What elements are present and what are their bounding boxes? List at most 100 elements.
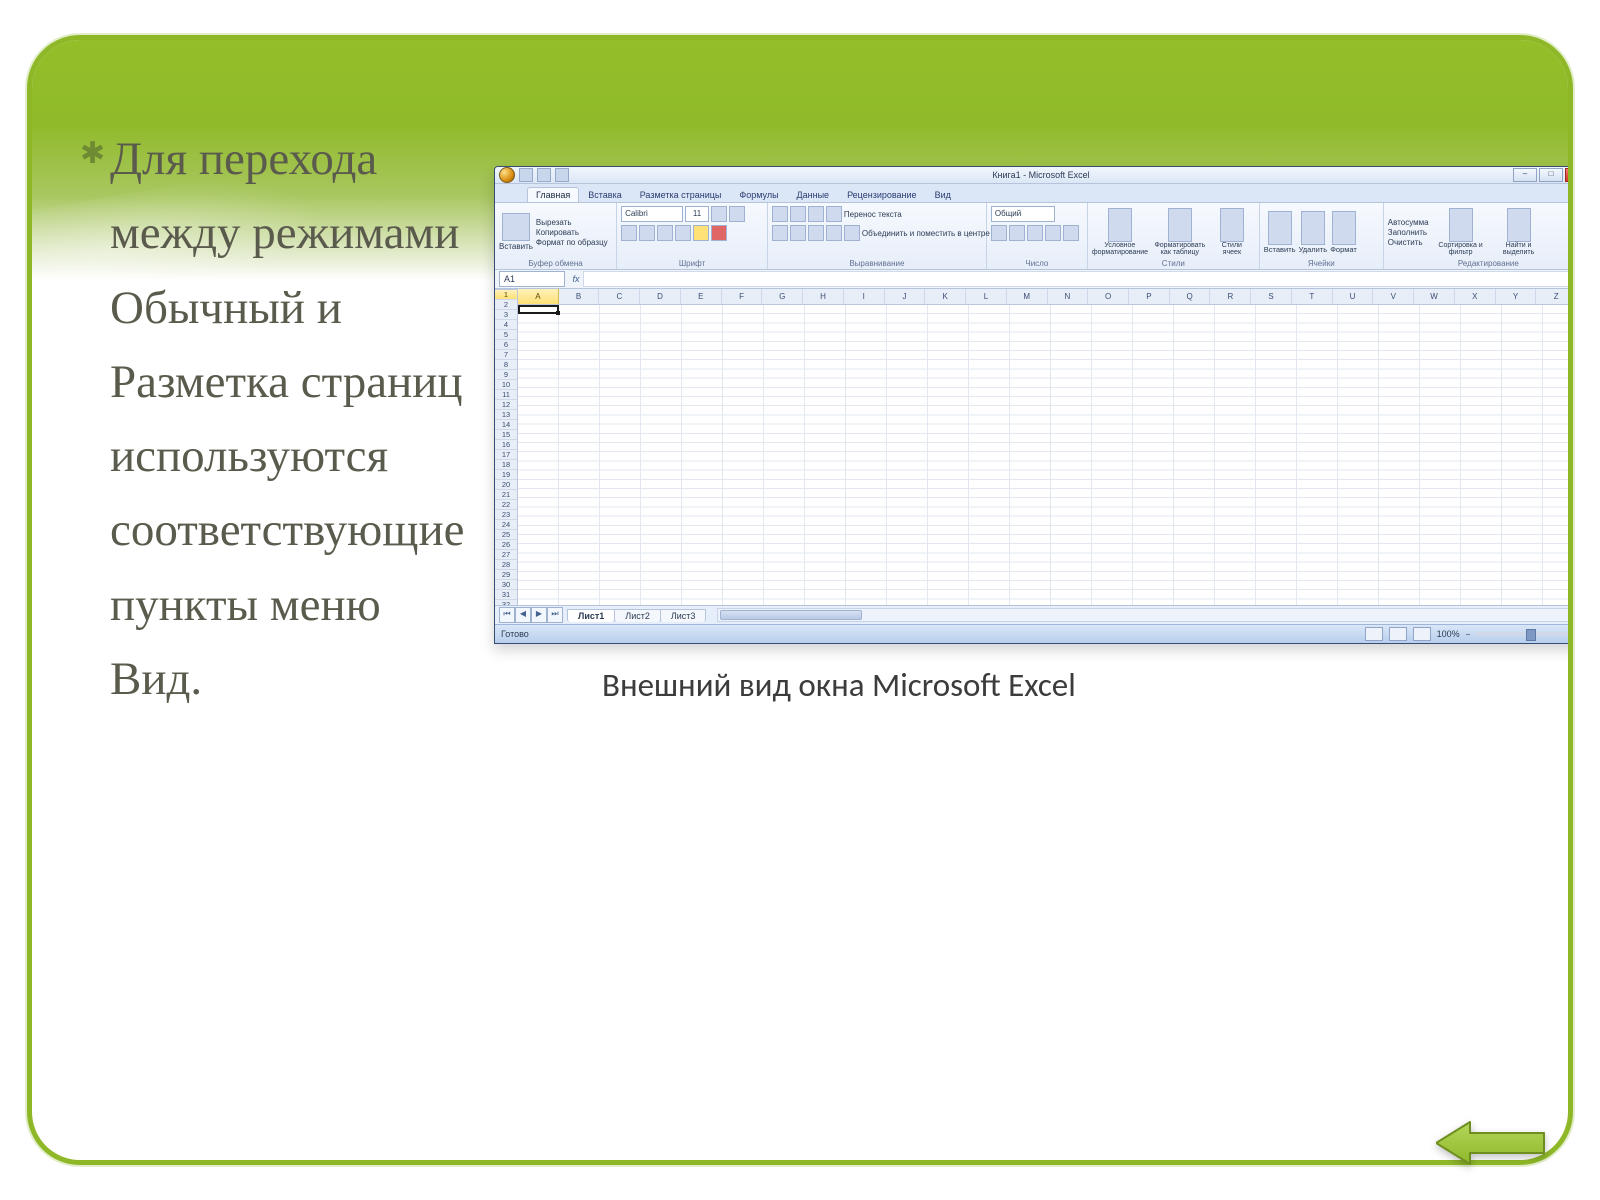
column-header[interactable]: H	[803, 289, 844, 304]
row-header[interactable]: 8	[495, 360, 517, 370]
row-header[interactable]: 1	[495, 290, 517, 300]
column-header[interactable]: C	[599, 289, 640, 304]
row-header[interactable]: 18	[495, 460, 517, 470]
wrap-text-label[interactable]: Перенос текста	[844, 210, 902, 219]
redo-icon[interactable]	[555, 168, 569, 182]
sheet-nav-last-icon[interactable]: ⏭	[547, 607, 563, 623]
column-header[interactable]: Z	[1536, 289, 1568, 304]
cells-grid[interactable]	[518, 305, 1568, 605]
column-header[interactable]: O	[1088, 289, 1129, 304]
row-header[interactable]: 6	[495, 340, 517, 350]
copy-label[interactable]: Копировать	[536, 228, 608, 237]
sheet-tab[interactable]: Лист3	[660, 609, 707, 622]
back-arrow-button[interactable]	[1436, 1118, 1546, 1168]
ribbon-tab-2[interactable]: Разметка страницы	[631, 187, 731, 202]
horizontal-scroll-thumb[interactable]	[720, 610, 862, 620]
row-header[interactable]: 21	[495, 490, 517, 500]
merge-center-label[interactable]: Объединить и поместить в центре	[862, 229, 990, 238]
zoom-out-icon[interactable]: −	[1466, 630, 1471, 639]
percent-icon[interactable]	[1009, 225, 1025, 241]
borders-icon[interactable]	[675, 225, 691, 241]
number-format-combo[interactable]: Общий	[991, 206, 1055, 222]
column-header[interactable]: A	[518, 289, 559, 304]
column-header[interactable]: X	[1455, 289, 1496, 304]
sheet-nav-first-icon[interactable]: ⏮	[499, 607, 515, 623]
row-header[interactable]: 19	[495, 470, 517, 480]
view-page-layout-icon[interactable]	[1389, 627, 1407, 641]
ribbon-tab-3[interactable]: Формулы	[730, 187, 787, 202]
font-name-combo[interactable]: Calibri	[621, 206, 683, 222]
column-header[interactable]: D	[640, 289, 681, 304]
row-header[interactable]: 31	[495, 590, 517, 600]
font-size-combo[interactable]: 11	[685, 206, 709, 222]
fill-label[interactable]: Заполнить	[1388, 228, 1429, 237]
column-header[interactable]: I	[844, 289, 885, 304]
ribbon-tab-6[interactable]: Вид	[926, 187, 960, 202]
row-header[interactable]: 25	[495, 530, 517, 540]
align-left-icon[interactable]	[772, 225, 788, 241]
row-header[interactable]: 12	[495, 400, 517, 410]
row-header[interactable]: 2	[495, 300, 517, 310]
column-header[interactable]: G	[762, 289, 803, 304]
decrease-decimal-icon[interactable]	[1063, 225, 1079, 241]
column-header[interactable]: L	[966, 289, 1007, 304]
clear-label[interactable]: Очистить	[1388, 238, 1429, 247]
currency-icon[interactable]	[991, 225, 1007, 241]
view-normal-icon[interactable]	[1365, 627, 1383, 641]
column-header[interactable]: J	[885, 289, 926, 304]
row-header[interactable]: 15	[495, 430, 517, 440]
ribbon-tab-1[interactable]: Вставка	[579, 187, 630, 202]
sheet-tab[interactable]: Лист1	[567, 609, 615, 622]
row-header[interactable]: 26	[495, 540, 517, 550]
paste-icon[interactable]	[502, 213, 530, 241]
align-center-icon[interactable]	[790, 225, 806, 241]
column-header[interactable]: V	[1373, 289, 1414, 304]
formula-bar-input[interactable]	[583, 271, 1568, 287]
column-header[interactable]: B	[559, 289, 600, 304]
row-header[interactable]: 16	[495, 440, 517, 450]
row-header[interactable]: 7	[495, 350, 517, 360]
row-header[interactable]: 20	[495, 480, 517, 490]
cut-label[interactable]: Вырезать	[536, 218, 608, 227]
bold-icon[interactable]	[621, 225, 637, 241]
row-header[interactable]: 13	[495, 410, 517, 420]
save-icon[interactable]	[519, 168, 533, 182]
column-header[interactable]: U	[1333, 289, 1374, 304]
column-header[interactable]: M	[1007, 289, 1048, 304]
row-header[interactable]: 10	[495, 380, 517, 390]
view-page-break-icon[interactable]	[1413, 627, 1431, 641]
name-box[interactable]: A1	[499, 271, 565, 287]
format-as-table-icon[interactable]	[1168, 208, 1192, 242]
row-header[interactable]: 17	[495, 450, 517, 460]
row-header[interactable]: 22	[495, 500, 517, 510]
column-header[interactable]: N	[1048, 289, 1089, 304]
row-header[interactable]: 9	[495, 370, 517, 380]
align-middle-icon[interactable]	[790, 206, 806, 222]
ribbon-tab-0[interactable]: Главная	[527, 187, 579, 202]
column-header[interactable]: T	[1292, 289, 1333, 304]
font-color-icon[interactable]	[711, 225, 727, 241]
column-header[interactable]: S	[1251, 289, 1292, 304]
align-bottom-icon[interactable]	[808, 206, 824, 222]
row-header[interactable]: 4	[495, 320, 517, 330]
office-orb-icon[interactable]	[499, 167, 515, 183]
row-header[interactable]: 5	[495, 330, 517, 340]
conditional-formatting-icon[interactable]	[1108, 208, 1132, 242]
close-icon[interactable]: ×	[1565, 168, 1568, 182]
column-header[interactable]: R	[1210, 289, 1251, 304]
row-header[interactable]: 24	[495, 520, 517, 530]
insert-cells-icon[interactable]	[1268, 211, 1292, 245]
comma-style-icon[interactable]	[1027, 225, 1043, 241]
underline-icon[interactable]	[657, 225, 673, 241]
column-header[interactable]: F	[722, 289, 763, 304]
ribbon-tab-5[interactable]: Рецензирование	[838, 187, 926, 202]
ribbon-tab-4[interactable]: Данные	[788, 187, 839, 202]
row-header[interactable]: 28	[495, 560, 517, 570]
format-painter-label[interactable]: Формат по образцу	[536, 238, 608, 247]
fx-icon[interactable]: fx	[569, 274, 583, 284]
sheet-tab[interactable]: Лист2	[614, 609, 661, 622]
maximize-icon[interactable]: □	[1539, 168, 1563, 182]
increase-decimal-icon[interactable]	[1045, 225, 1061, 241]
row-header[interactable]: 23	[495, 510, 517, 520]
sheet-nav-prev-icon[interactable]: ◀	[515, 607, 531, 623]
